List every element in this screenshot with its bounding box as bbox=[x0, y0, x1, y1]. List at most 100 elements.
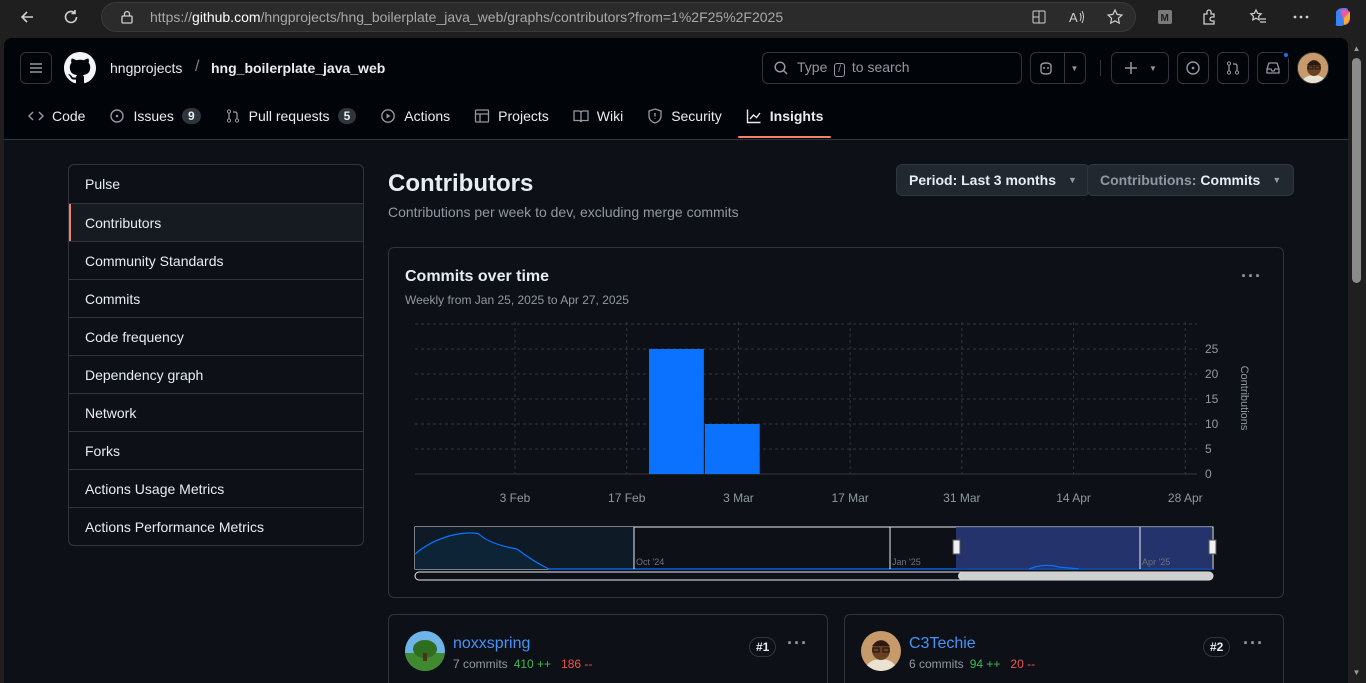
navigator-scroll-thumb[interactable] bbox=[958, 572, 1213, 580]
graph-icon bbox=[746, 108, 762, 124]
table-icon bbox=[474, 108, 490, 124]
sidebar-item-actions-performance-metrics[interactable]: Actions Performance Metrics bbox=[69, 507, 363, 545]
sidebar-item-commits[interactable]: Commits bbox=[69, 279, 363, 317]
card-menu-icon[interactable]: ··· bbox=[787, 633, 808, 654]
favorite-star-icon[interactable] bbox=[1103, 7, 1127, 27]
period-label: Period: Last 3 months bbox=[909, 172, 1057, 188]
chevron-down-icon: ▼ bbox=[1070, 63, 1079, 73]
copilot-icon[interactable] bbox=[1330, 4, 1356, 30]
additions-count: 410 ++ bbox=[513, 657, 552, 671]
tab-actions[interactable]: Actions bbox=[372, 96, 458, 136]
pull-requests-button[interactable] bbox=[1217, 52, 1249, 84]
issues-button[interactable] bbox=[1177, 52, 1209, 84]
tab-label: Projects bbox=[498, 108, 549, 124]
repo-tabs: Code Issues 9 Pull requests 5 Actions Pr… bbox=[20, 96, 839, 140]
tab-wiki[interactable]: Wiki bbox=[565, 96, 631, 136]
sidebar-item-contributors[interactable]: Contributors bbox=[69, 203, 363, 241]
split-screen-icon[interactable] bbox=[1027, 7, 1051, 27]
navigator-handle-right[interactable] bbox=[1208, 539, 1217, 555]
sidebar-item-network[interactable]: Network bbox=[69, 393, 363, 431]
contributor-name[interactable]: C3Techie bbox=[909, 635, 976, 653]
scroll-down-icon[interactable]: ▼ bbox=[1352, 668, 1361, 677]
navigator-selection[interactable] bbox=[956, 527, 1212, 569]
sidebar-item-community-standards[interactable]: Community Standards bbox=[69, 241, 363, 279]
bar bbox=[704, 424, 760, 474]
github-logo-icon[interactable] bbox=[64, 52, 96, 84]
extension-m-icon[interactable]: M bbox=[1152, 4, 1178, 30]
sidebar-item-code-frequency[interactable]: Code frequency bbox=[69, 317, 363, 355]
read-aloud-icon[interactable]: A bbox=[1065, 7, 1089, 27]
navigator-handle-left[interactable] bbox=[952, 539, 961, 555]
y-axis-label: Contributions bbox=[1238, 366, 1250, 431]
contributor-stats: 7 commits 410 ++ 186 -- bbox=[453, 657, 592, 671]
contributor-avatar[interactable] bbox=[405, 631, 445, 671]
address-bar[interactable]: https://github.com/hngprojects/hng_boile… bbox=[101, 2, 1136, 32]
page-title: Contributors bbox=[388, 170, 534, 197]
github-page: hngprojects / hng_boilerplate_java_web T… bbox=[4, 38, 1348, 683]
copilot-button[interactable]: ▼ bbox=[1030, 52, 1086, 84]
tab-label: Issues bbox=[133, 108, 174, 124]
contributor-card: C3Techie 6 commits 94 ++ 20 -- #2 ··· bbox=[844, 614, 1284, 683]
contributions-prefix: Contributions: bbox=[1100, 172, 1197, 188]
tab-projects[interactable]: Projects bbox=[466, 96, 557, 136]
chevron-down-icon: ▼ bbox=[1272, 175, 1282, 185]
pull-request-icon bbox=[1226, 61, 1240, 75]
refresh-icon[interactable] bbox=[58, 4, 84, 30]
contributions-dropdown[interactable]: Contributions: Commits ▼ bbox=[1087, 164, 1295, 196]
insights-sidebar: Pulse Contributors Community Standards C… bbox=[68, 164, 364, 546]
issues-count-badge: 9 bbox=[181, 108, 201, 124]
contributor-avatar[interactable] bbox=[861, 631, 901, 671]
scroll-thumb[interactable] bbox=[1352, 58, 1361, 283]
commit-count[interactable]: 7 commits bbox=[453, 657, 508, 671]
menu-button[interactable] bbox=[20, 52, 52, 84]
scroll-up-icon[interactable]: ▲ bbox=[1352, 44, 1361, 53]
period-dropdown[interactable]: Period: Last 3 months ▼ bbox=[896, 164, 1090, 196]
tab-security[interactable]: Security bbox=[639, 96, 730, 136]
tab-label: Insights bbox=[769, 108, 824, 124]
contributions-value: Commits bbox=[1200, 172, 1261, 188]
contributor-name[interactable]: noxxspring bbox=[453, 635, 530, 653]
create-new-button[interactable]: ▼ bbox=[1111, 52, 1169, 84]
more-options-icon[interactable] bbox=[1288, 4, 1314, 30]
chart-navigator[interactable]: Oct '24 Jan '25 Apr '25 bbox=[414, 526, 1217, 581]
url-text[interactable]: https://github.com/hngprojects/hng_boile… bbox=[150, 9, 783, 25]
breadcrumb-repo[interactable]: hng_boilerplate_java_web bbox=[211, 60, 385, 76]
rank-badge: #1 bbox=[749, 637, 777, 657]
notification-dot bbox=[1282, 51, 1290, 59]
tab-label: Security bbox=[671, 108, 722, 124]
user-avatar[interactable] bbox=[1297, 52, 1329, 84]
page-scrollbar[interactable]: ▲ ▼ bbox=[1348, 38, 1366, 683]
favorites-icon[interactable] bbox=[1245, 4, 1271, 30]
tab-insights[interactable]: Insights bbox=[737, 96, 832, 138]
svg-text:A: A bbox=[1069, 10, 1078, 25]
search-input[interactable]: Type / to search bbox=[762, 52, 1022, 84]
tab-label: Pull requests bbox=[248, 108, 330, 124]
commit-count[interactable]: 6 commits bbox=[909, 657, 964, 671]
back-icon[interactable] bbox=[14, 4, 40, 30]
tab-code[interactable]: Code bbox=[20, 96, 93, 136]
extensions-icon[interactable] bbox=[1196, 4, 1222, 30]
y-tick-label: 0 bbox=[1205, 467, 1212, 481]
chevron-down-icon: ▼ bbox=[1149, 63, 1157, 73]
search-placeholder: Type / to search bbox=[797, 59, 910, 77]
tab-issues[interactable]: Issues 9 bbox=[101, 96, 208, 136]
y-tick-label: 15 bbox=[1205, 392, 1219, 406]
browser-toolbar: https://github.com/hngprojects/hng_boile… bbox=[0, 0, 1366, 34]
sidebar-item-dependency-graph[interactable]: Dependency graph bbox=[69, 355, 363, 393]
lock-icon[interactable] bbox=[120, 10, 134, 24]
x-tick-label: 31 Mar bbox=[943, 491, 980, 505]
x-tick-label: 3 Mar bbox=[723, 491, 754, 505]
plus-icon bbox=[1125, 62, 1138, 74]
deletions-count: 20 -- bbox=[1010, 657, 1036, 671]
play-icon bbox=[380, 108, 396, 124]
tab-pull-requests[interactable]: Pull requests 5 bbox=[217, 96, 365, 136]
chevron-down-icon: ▼ bbox=[1068, 175, 1077, 185]
sidebar-item-forks[interactable]: Forks bbox=[69, 431, 363, 469]
pull-request-icon bbox=[225, 108, 241, 124]
breadcrumb-owner[interactable]: hngprojects bbox=[110, 60, 182, 76]
sidebar-item-actions-usage-metrics[interactable]: Actions Usage Metrics bbox=[69, 469, 363, 507]
sidebar-item-pulse[interactable]: Pulse bbox=[69, 165, 363, 203]
navigator-label-jan-25: Jan '25 bbox=[892, 557, 921, 567]
card-menu-icon[interactable]: ··· bbox=[1243, 633, 1264, 654]
pull-requests-count-badge: 5 bbox=[337, 108, 357, 124]
